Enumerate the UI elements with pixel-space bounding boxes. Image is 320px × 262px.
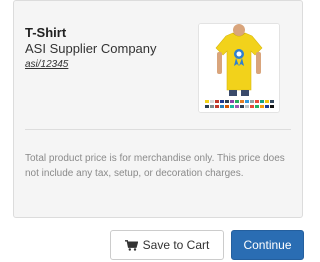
supplier-asi-link[interactable]: asi/12345 xyxy=(25,58,157,71)
product-name: T-Shirt xyxy=(25,25,67,40)
cart-icon xyxy=(124,239,138,251)
price-disclaimer: Total product price is for merchandise o… xyxy=(25,153,285,179)
product-summary-panel: T-Shirt ASI Supplier Company asi/12345 T… xyxy=(13,0,303,218)
product-info: T-Shirt ASI Supplier Company asi/12345 xyxy=(25,25,157,71)
product-thumbnail[interactable] xyxy=(198,23,280,113)
panel-divider xyxy=(25,129,291,130)
yellow-tshirt-image xyxy=(199,24,279,112)
continue-button[interactable]: Continue xyxy=(231,230,304,260)
supplier-name: ASI Supplier Company xyxy=(25,41,157,56)
save-to-cart-label: Save to Cart xyxy=(142,238,210,252)
checkout-summary: T-Shirt ASI Supplier Company asi/12345 T… xyxy=(0,0,304,262)
save-to-cart-button[interactable]: Save to Cart xyxy=(110,230,224,260)
